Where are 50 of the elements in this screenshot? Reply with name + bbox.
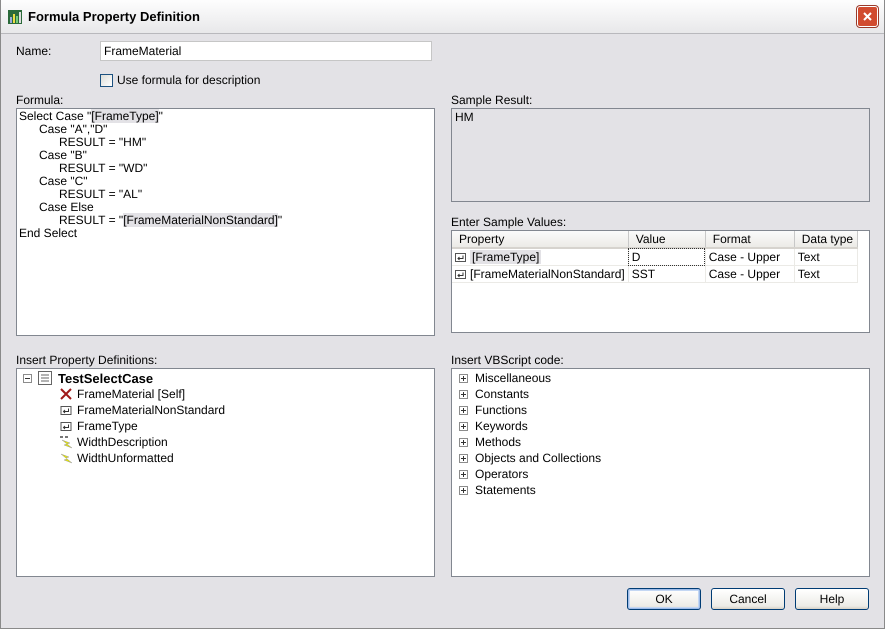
table-cell[interactable]: [FrameType] — [470, 250, 542, 264]
tree-item[interactable]: FrameMaterial [Self] — [77, 387, 186, 401]
tree-item[interactable]: WidthDescription — [77, 435, 168, 449]
section-label: Sample Result: — [451, 93, 532, 107]
field-label: Name: — [16, 44, 52, 58]
code-line: RESULT = "WD" — [58, 162, 148, 175]
section-label: Insert VBScript code: — [451, 353, 564, 367]
table-cell: Text — [794, 248, 858, 266]
tree-item[interactable]: Keywords — [475, 419, 528, 433]
dialog-button[interactable]: Cancel — [711, 588, 785, 610]
table-cell: Case - Upper — [705, 266, 794, 282]
tree-item[interactable]: Functions — [475, 403, 528, 417]
formula-editor[interactable]: Select Case "[FrameType]" Case "A","D" RESULT = "HM" Case "B" RESULT = "WD" Case "C" RESULT = "AL" Case Else RESULT = "[FrameMaterialNonStandard]" End Select — [16, 108, 435, 336]
tree-item[interactable]: WidthUnformatted — [77, 451, 174, 465]
column-header[interactable]: Data type — [794, 231, 858, 248]
column-header[interactable]: Property — [452, 231, 628, 248]
value-cell[interactable]: D — [628, 248, 706, 266]
section-label: Insert Property Definitions: — [16, 353, 158, 367]
code-line: Case Else — [38, 201, 95, 214]
tree-item[interactable]: Miscellaneous — [475, 371, 552, 385]
tree-item[interactable]: FrameType — [77, 419, 138, 433]
code-line: RESULT = "AL" — [58, 188, 144, 201]
section-label: Enter Sample Values: — [451, 215, 566, 229]
tree-item[interactable]: Operators — [475, 467, 528, 481]
window-title: Formula Property Definition — [28, 9, 201, 24]
name-field[interactable]: FrameMaterial — [100, 41, 432, 61]
code-line: Case "B" — [38, 149, 88, 162]
code-line: Case "C" — [38, 175, 89, 188]
column-header[interactable]: Value — [628, 231, 706, 248]
result-value: HM — [455, 110, 474, 124]
dialog-button[interactable]: OK — [627, 588, 701, 610]
column-header[interactable]: Format — [705, 231, 794, 248]
code-line: End Select — [19, 227, 78, 240]
tree-item[interactable]: Statements — [475, 483, 536, 497]
tree-item[interactable]: Methods — [475, 435, 522, 449]
value-cell[interactable]: SST — [628, 266, 706, 282]
table-cell[interactable]: [FrameMaterialNonStandard] — [470, 267, 625, 281]
tree-item[interactable]: Objects and Collections — [475, 451, 602, 465]
tree-item[interactable]: Constants — [475, 387, 530, 401]
tree-item[interactable]: TestSelectCase — [58, 370, 154, 386]
checkbox-label[interactable]: Use formula for description — [117, 73, 260, 87]
tree-item[interactable]: FrameMaterialNonStandard — [77, 403, 226, 417]
code-line: Case "A","D" — [38, 123, 108, 136]
code-line: RESULT = "HM" — [58, 136, 148, 149]
section-label: Formula: — [16, 93, 64, 107]
dialog-button[interactable]: Help — [795, 588, 869, 610]
table-cell: Case - Upper — [705, 248, 794, 266]
code-line: RESULT = "[FrameMaterialNonStandard]" — [58, 214, 284, 227]
code-line: Select Case "[FrameType]" — [19, 110, 164, 123]
table-cell: Text — [794, 266, 858, 282]
